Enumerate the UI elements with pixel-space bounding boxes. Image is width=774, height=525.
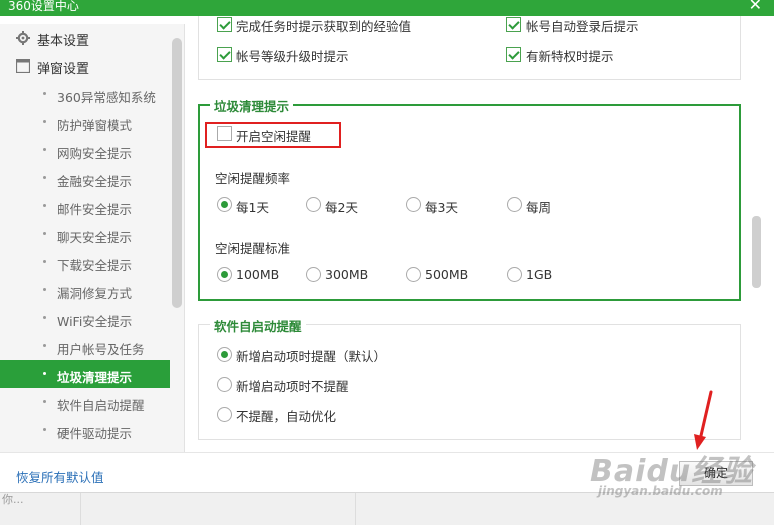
sidebar-item-wifi[interactable]: WiFi安全提示 — [0, 304, 170, 332]
freq-1day-radio[interactable] — [217, 197, 232, 212]
bullet-icon — [43, 204, 46, 207]
sidebar: 基本设置 弹窗设置 360异常感知系统 防护弹窗模式 网购安全提示 金融安全提示 — [0, 24, 185, 452]
sidebar-item-chat[interactable]: 聊天安全提示 — [0, 220, 170, 248]
window-title: 360设置中心 — [8, 0, 79, 13]
window-icon — [16, 59, 30, 73]
freq-2day-radio[interactable] — [306, 197, 321, 212]
sidebar-item-shopping[interactable]: 网购安全提示 — [0, 136, 170, 164]
close-icon[interactable]: ✕ — [749, 0, 762, 14]
sidebar-item-label: 网购安全提示 — [57, 146, 133, 161]
idle-reminder-label: 开启空闲提醒 — [236, 129, 312, 144]
restore-defaults-link[interactable]: 恢复所有默认值 — [16, 467, 104, 486]
bullet-icon — [43, 176, 46, 179]
bullet-icon — [43, 148, 46, 151]
watermark-url: jingyan.baidu.com — [598, 484, 723, 498]
startup-notify-default-label: 新增启动项时提醒（默认） — [236, 349, 387, 364]
bullet-icon — [43, 428, 46, 431]
sidebar-item-anomaly-perception[interactable]: 360异常感知系统 — [0, 80, 170, 108]
freq-week-radio[interactable] — [507, 197, 522, 212]
freq-3day-label: 每3天 — [425, 200, 458, 215]
bullet-icon — [43, 288, 46, 291]
sidebar-item-label: 邮件安全提示 — [57, 202, 133, 217]
arrow-annotation-icon — [694, 390, 713, 450]
level-up-label: 帐号等级升级时提示 — [236, 49, 349, 64]
sidebar-scrollbar[interactable] — [172, 38, 182, 308]
size-500mb-radio[interactable] — [406, 267, 421, 282]
task-exp-label: 完成任务时提示获取到的经验值 — [236, 19, 412, 34]
sidebar-item-popup-settings[interactable]: 弹窗设置 — [0, 52, 170, 80]
size-1gb-radio[interactable] — [507, 267, 522, 282]
bullet-icon — [43, 92, 46, 95]
divider — [80, 493, 81, 525]
sidebar-item-label: 软件自启动提醒 — [57, 398, 145, 413]
sidebar-item-vuln-fix[interactable]: 漏洞修复方式 — [0, 276, 170, 304]
idle-reminder-checkbox[interactable] — [217, 126, 232, 141]
sidebar-item-download[interactable]: 下载安全提示 — [0, 248, 170, 276]
freq-3day-radio[interactable] — [406, 197, 421, 212]
bullet-icon — [43, 344, 46, 347]
junk-cleanup-title: 垃圾清理提示 — [210, 96, 294, 115]
title-bar: 360设置中心 ✕ — [0, 0, 774, 16]
sidebar-item-junk-cleanup[interactable]: 垃圾清理提示 — [0, 360, 170, 388]
auto-login-label: 帐号自动登录后提示 — [526, 19, 639, 34]
threshold-label: 空闲提醒标准 — [215, 241, 291, 256]
sidebar-item-popup-mode[interactable]: 防护弹窗模式 — [0, 108, 170, 136]
sidebar-item-label: 金融安全提示 — [57, 174, 133, 189]
sidebar-item-label: 用户帐号及任务 — [57, 342, 145, 357]
size-100mb-radio[interactable] — [217, 267, 232, 282]
freq-2day-label: 每2天 — [325, 200, 358, 215]
startup-auto-optimize-radio[interactable] — [217, 407, 232, 422]
bullet-icon — [43, 260, 46, 263]
sidebar-item-label: 弹窗设置 — [37, 62, 90, 77]
level-up-checkbox[interactable] — [217, 47, 232, 62]
baidu-watermark: Baidu经验 jingyan.baidu.com — [590, 446, 753, 498]
startup-notify-default-radio[interactable] — [217, 347, 232, 362]
content-scrollbar[interactable] — [752, 216, 761, 288]
sidebar-item-label: 基本设置 — [37, 34, 90, 49]
freq-1day-label: 每1天 — [236, 200, 269, 215]
sidebar-item-basic-settings[interactable]: 基本设置 — [0, 24, 170, 52]
settings-window: 360设置中心 ✕ 基本设置 弹窗设置 360异常感知系统 防护弹窗模式 网购安… — [0, 0, 774, 492]
size-300mb-radio[interactable] — [306, 267, 321, 282]
sidebar-item-label: 下载安全提示 — [57, 258, 133, 273]
bullet-icon — [43, 316, 46, 319]
new-privilege-checkbox[interactable] — [506, 47, 521, 62]
size-500mb-label: 500MB — [425, 267, 469, 282]
freq-week-label: 每周 — [526, 200, 552, 215]
startup-no-notify-label: 新增启动项时不提醒 — [236, 379, 349, 394]
bullet-icon — [43, 400, 46, 403]
gear-icon — [16, 31, 30, 45]
divider — [355, 493, 356, 525]
sidebar-item-label: 硬件驱动提示 — [57, 426, 133, 441]
size-100mb-label: 100MB — [236, 267, 280, 282]
new-privilege-label: 有新特权时提示 — [526, 49, 614, 64]
sidebar-item-hardware-driver[interactable]: 硬件驱动提示 — [0, 416, 170, 444]
bullet-icon — [43, 120, 46, 123]
size-1gb-label: 1GB — [526, 267, 553, 282]
sidebar-item-mail[interactable]: 邮件安全提示 — [0, 192, 170, 220]
sidebar-item-account-tasks[interactable]: 用户帐号及任务 — [0, 332, 170, 360]
sidebar-item-label: 防护弹窗模式 — [57, 118, 133, 133]
sidebar-item-label: 垃圾清理提示 — [57, 370, 133, 385]
sidebar-item-label: 漏洞修复方式 — [57, 286, 133, 301]
startup-no-notify-radio[interactable] — [217, 377, 232, 392]
task-exp-checkbox[interactable] — [217, 17, 232, 32]
sidebar-item-label: 360异常感知系统 — [57, 90, 156, 105]
size-300mb-label: 300MB — [325, 267, 369, 282]
auto-login-checkbox[interactable] — [506, 17, 521, 32]
settings-content: 完成任务时提示获取到的经验值 帐号自动登录后提示 帐号等级升级时提示 有新特权时… — [186, 16, 774, 452]
startup-title: 软件自启动提醒 — [210, 316, 306, 335]
bullet-icon — [43, 372, 46, 375]
sidebar-item-finance[interactable]: 金融安全提示 — [0, 164, 170, 192]
sidebar-item-label: WiFi安全提示 — [57, 314, 133, 329]
frequency-label: 空闲提醒频率 — [215, 171, 291, 186]
sidebar-item-label: 聊天安全提示 — [57, 230, 133, 245]
sidebar-item-startup[interactable]: 软件自启动提醒 — [0, 388, 170, 416]
startup-auto-optimize-label: 不提醒，自动优化 — [236, 409, 337, 424]
bullet-icon — [43, 232, 46, 235]
background-text: 你... — [2, 493, 24, 506]
